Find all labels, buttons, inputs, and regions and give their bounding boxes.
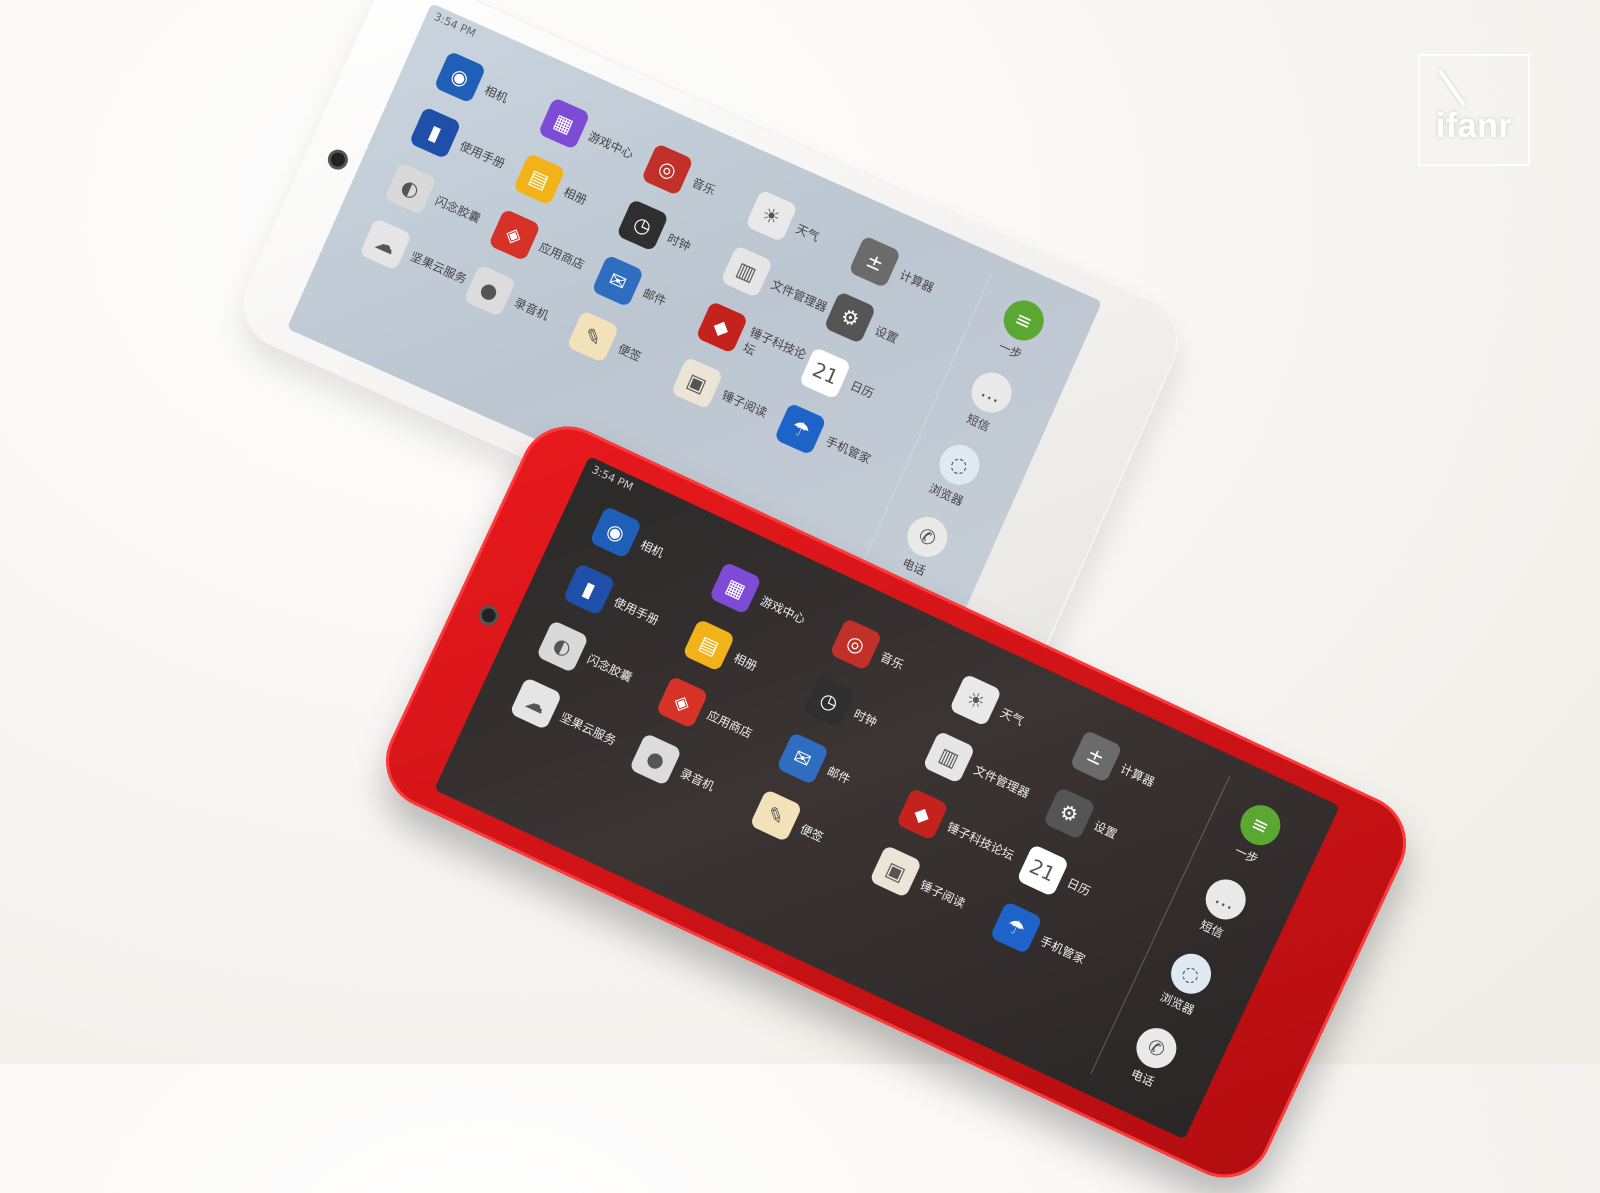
app-label: 音乐: [689, 175, 718, 198]
app-browser[interactable]: ◌ 浏览器: [1156, 946, 1218, 1019]
app-phone[interactable]: ✆ 电话: [1121, 1021, 1184, 1093]
app-sms[interactable]: … 短信: [1190, 872, 1253, 944]
app-label: 一步: [996, 339, 1025, 362]
app-sms[interactable]: … 短信: [957, 366, 1019, 438]
app-label: 游戏中心: [758, 593, 808, 627]
cloud-icon: ☁: [509, 677, 563, 731]
capsule-icon: ◐: [535, 619, 590, 674]
app-label: 邮件: [640, 286, 669, 309]
app-label: 设置: [872, 323, 901, 346]
app-label: 时钟: [851, 707, 880, 730]
app-label: 手机管家: [823, 434, 873, 467]
app-label: 闪念胶囊: [432, 194, 483, 227]
status-time: 3:54 PM: [431, 10, 478, 41]
app-label: 锤子科技论坛: [944, 820, 1016, 864]
app-label: 录音机: [677, 765, 717, 794]
capsule-icon: ◐: [383, 162, 437, 215]
app-browser[interactable]: ◌ 浏览器: [925, 438, 986, 510]
app-label: 计算器: [1118, 761, 1157, 790]
app-label: 时钟: [665, 230, 693, 254]
cloud-icon: ☁: [359, 217, 413, 271]
app-phone[interactable]: ✆ 电话: [892, 510, 954, 583]
front-camera: [475, 602, 502, 629]
app-label: 使用手册: [611, 595, 661, 629]
watermark-text: ifanr: [1435, 107, 1513, 145]
front-camera: [324, 146, 352, 173]
app-label: 天气: [793, 221, 822, 245]
app-label: 相机: [482, 82, 510, 106]
app-label: 游戏中心: [586, 129, 636, 162]
app-label: 音乐: [878, 649, 906, 673]
app-label: 坚果云服务: [408, 249, 469, 287]
app-label: 应用商店: [536, 240, 587, 273]
app-label: 便签: [797, 821, 826, 845]
app-label: 闪念胶囊: [584, 652, 635, 686]
app-label: 相册: [561, 184, 590, 208]
watermark-slash-mark: [1437, 68, 1467, 108]
app-label: 锤子阅读: [719, 388, 770, 421]
app-one-step[interactable]: ≡ 一步: [1225, 798, 1288, 870]
app-label: 手机管家: [1037, 933, 1088, 967]
app-label: 录音机: [511, 295, 551, 324]
manual-icon: ▮: [562, 562, 616, 616]
app-label: 文件管理器: [971, 762, 1032, 802]
status-time: 3:54 PM: [589, 463, 636, 494]
app-label: 短信: [964, 411, 992, 435]
camera-icon: ◉: [433, 51, 487, 104]
app-label: 日历: [1064, 876, 1093, 900]
app-label: 邮件: [824, 764, 853, 788]
ifanr-watermark: ifanr: [1418, 54, 1530, 166]
app-label: 便签: [615, 341, 644, 365]
app-label: 使用手册: [457, 138, 508, 171]
manual-icon: ▮: [408, 106, 462, 160]
app-label: 锤子阅读: [917, 877, 968, 911]
app-label: 应用商店: [704, 708, 755, 742]
app-label: 相机: [638, 537, 666, 561]
app-label: 相册: [731, 651, 760, 674]
app-label: 坚果云服务: [557, 709, 619, 748]
app-one-step[interactable]: ≡ 一步: [989, 294, 1051, 366]
app-label: 电话: [900, 555, 928, 579]
app-grid: ◉ 相机 ▦ 游戏中心 ◎ 音乐 ☀ 天气 ± 计算器 ▮ 使用手册 ▤ 相册 ◷ 时钟 ▥ 文件管理器 ⚙ 设置 ◐ 闪…: [478, 495, 1212, 1061]
app-label: 计算器: [897, 267, 937, 296]
app-label: 文件管理器: [768, 277, 830, 315]
app-label: 日历: [847, 378, 876, 402]
app-label: 设置: [1091, 818, 1120, 842]
app-label: 天气: [998, 705, 1026, 729]
camera-icon: ◉: [589, 505, 643, 559]
